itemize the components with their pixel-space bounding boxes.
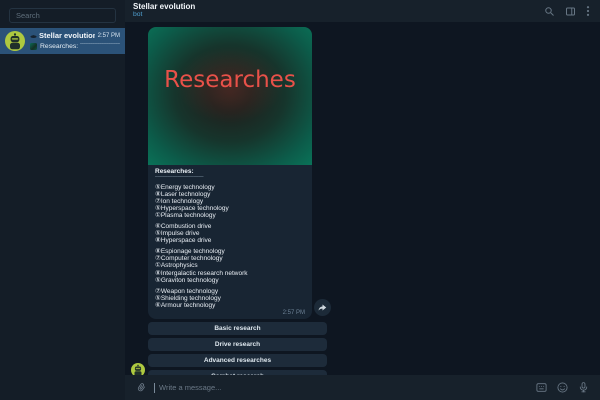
search-bar	[0, 0, 125, 26]
research-line: ⑧Espionage technology	[155, 248, 305, 255]
menu-dots-icon[interactable]	[586, 5, 590, 17]
research-line: ⑧Hyperspace drive	[155, 237, 305, 244]
research-line: ⑥Combustion drive	[155, 223, 305, 230]
emoji-icon[interactable]	[556, 381, 569, 394]
research-line: ⑦Weapon technology	[155, 288, 305, 295]
search-icon[interactable]	[544, 6, 555, 17]
research-line: ①Astrophysics	[155, 262, 305, 269]
research-line: ⑤Energy technology	[155, 184, 305, 191]
bot-message: Researches Researches: ‾‾‾‾‾‾‾‾‾‾‾‾‾‾‾‾‾…	[148, 27, 312, 383]
attach-icon[interactable]	[133, 379, 150, 396]
research-line: ⑧Intergalactic research network	[155, 270, 305, 277]
microphone-icon[interactable]	[577, 381, 590, 394]
share-arrow-icon	[317, 302, 328, 313]
chat-title: Stellar evolution	[39, 31, 95, 40]
caption-title: Researches:	[155, 168, 305, 176]
chat-pane: Stellar evolution bot	[125, 0, 600, 400]
research-line: ⑤Shielding technology	[155, 295, 305, 302]
caption-sections: ⑤Energy technology⑧Laser technology⑦Ion …	[155, 184, 305, 309]
panel-toggle-icon[interactable]	[565, 6, 576, 17]
research-line: ⑧Laser technology	[155, 191, 305, 198]
telegram-window: Stellar evolution 2:57 PM Researches: ‾‾…	[0, 0, 600, 400]
keyboard-button[interactable]: Basic research	[148, 322, 327, 335]
caption-divider: ‾‾‾‾‾‾‾‾‾‾‾‾‾‾‾‾‾‾‾	[155, 176, 305, 183]
message-input[interactable]	[157, 382, 527, 393]
share-button[interactable]	[314, 299, 331, 316]
keyboard-button[interactable]: Advanced researches	[148, 354, 327, 367]
chat-preview: Researches:	[40, 43, 78, 50]
search-input[interactable]	[9, 8, 116, 23]
chat-header: Stellar evolution bot	[125, 0, 600, 22]
research-line: ⑥Armour technology	[155, 302, 305, 309]
chat-avatar	[5, 31, 25, 51]
composer	[125, 375, 600, 400]
bot-keyboard-icon[interactable]	[535, 381, 548, 394]
keyboard-button[interactable]: Drive research	[148, 338, 327, 351]
research-line: ⑤Graviton technology	[155, 277, 305, 284]
research-line: ⑦Ion technology	[155, 198, 305, 205]
message-photo[interactable]: Researches	[148, 27, 312, 165]
sidebar: Stellar evolution 2:57 PM Researches: ‾‾…	[0, 0, 125, 400]
chat-header-title: Stellar evolution	[133, 3, 195, 11]
text-cursor	[154, 383, 155, 393]
message-time: 2:57 PM	[283, 310, 305, 316]
research-line: ⑤Impulse drive	[155, 230, 305, 237]
research-line: ①Plasma technology	[155, 212, 305, 219]
chat-preview-dashes: ‾‾‾‾‾‾‾‾‾‾‾‾‾‾‾‾‾‾‾‾…	[80, 43, 120, 50]
chat-meta: Stellar evolution 2:57 PM Researches: ‾‾…	[30, 31, 120, 52]
chat-list-item-stellar-evolution[interactable]: Stellar evolution 2:57 PM Researches: ‾‾…	[0, 28, 125, 54]
chat-time: 2:57 PM	[98, 33, 120, 39]
robot-icon	[5, 31, 25, 51]
research-line: ⑦Computer technology	[155, 255, 305, 262]
ufo-icon	[30, 33, 37, 39]
research-line: ⑤Hyperspace technology	[155, 205, 305, 212]
photo-title-text: Researches	[148, 67, 312, 93]
inline-keyboard: Basic research Drive research Advanced res…	[148, 322, 327, 383]
message-thumbnail	[30, 43, 37, 50]
chat-header-subtitle: bot	[133, 12, 195, 19]
message-caption: Researches: ‾‾‾‾‾‾‾‾‾‾‾‾‾‾‾‾‾‾‾ ⑤Energy …	[148, 165, 312, 319]
